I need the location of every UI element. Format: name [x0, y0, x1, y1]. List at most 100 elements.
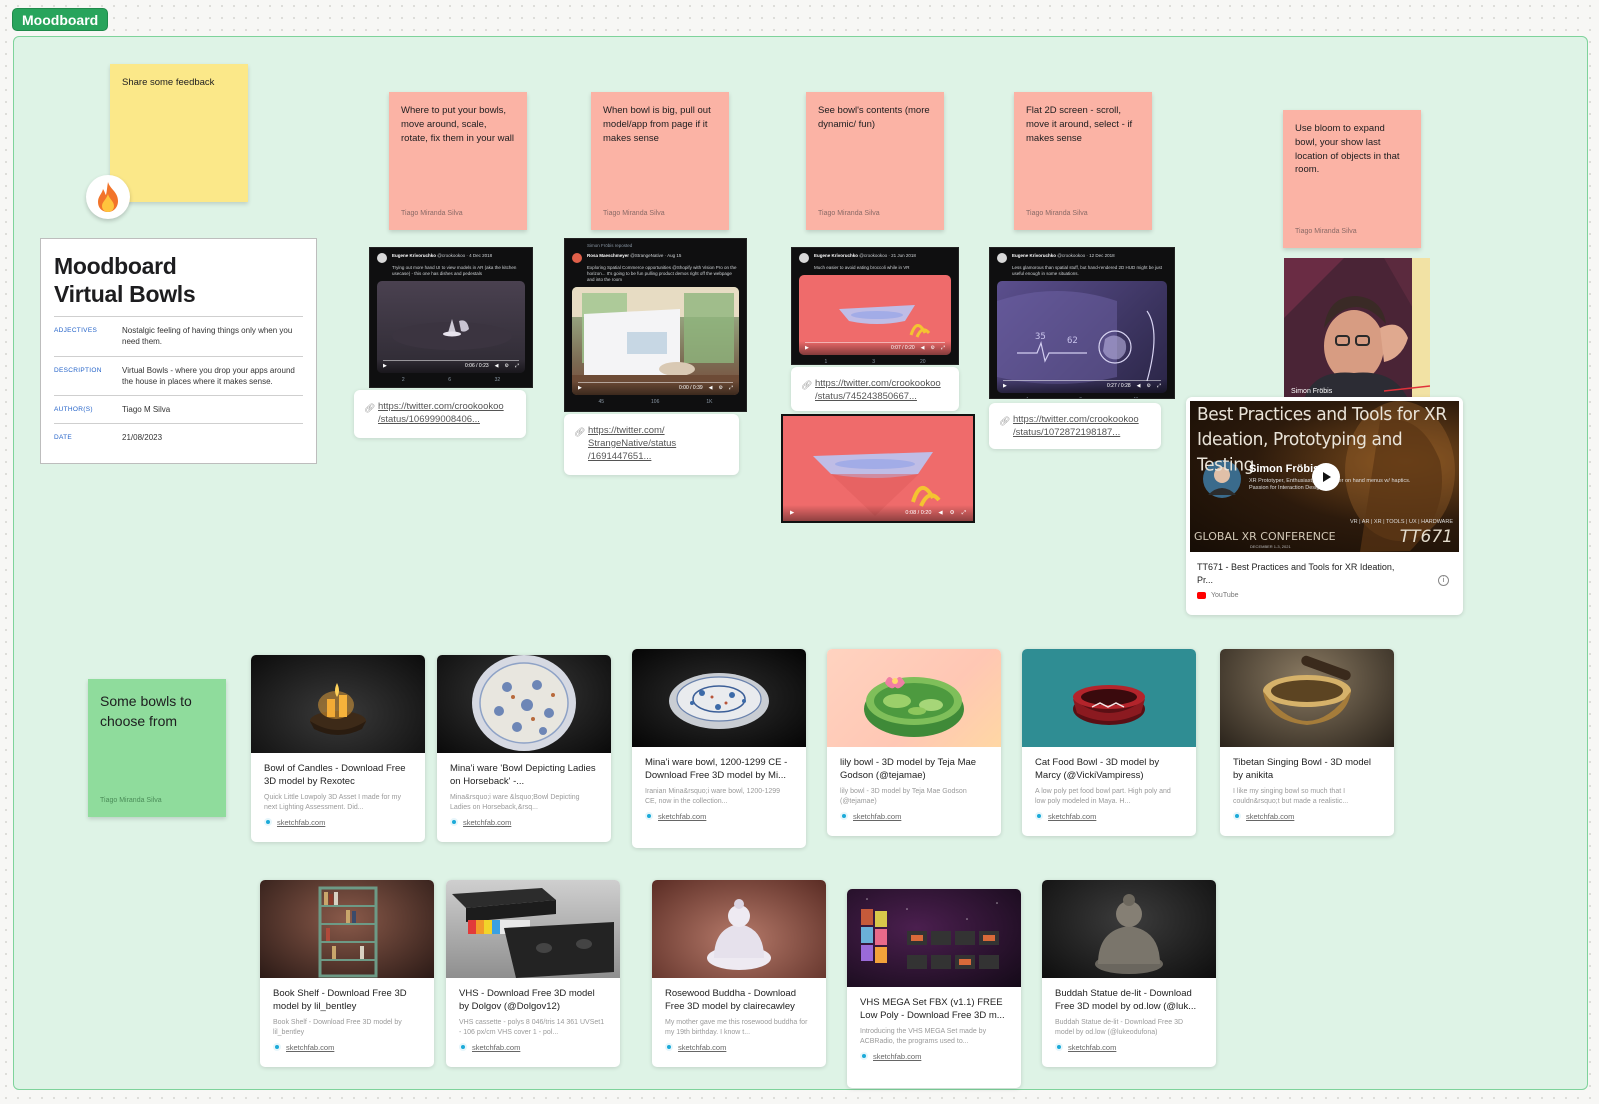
- frame-label[interactable]: Moodboard: [12, 8, 109, 31]
- video-controls[interactable]: ▶ 0:07 / 0:20 ◀ ⚙ ⤢: [799, 341, 951, 356]
- volume-icon[interactable]: ◀: [921, 345, 925, 351]
- card-source[interactable]: sketchfab.com: [665, 1043, 813, 1052]
- card-thumbnail[interactable]: [1022, 649, 1196, 747]
- card-thumbnail[interactable]: [437, 655, 611, 753]
- tweet-embed[interactable]: Simon Fröbis reposted Rosa Maeschmeyer @…: [564, 238, 747, 412]
- sticky-note-pull-out[interactable]: When bowl is big, pull out model/app fro…: [591, 92, 729, 230]
- sketchfab-card[interactable]: VHS - Download Free 3D model by Dolgov (…: [446, 880, 620, 1067]
- link-card[interactable]: 🔗︎ https://twitter.com/crookookoo/status…: [354, 390, 526, 438]
- play-icon[interactable]: ▶: [383, 363, 387, 369]
- card-title[interactable]: VHS - Download Free 3D model by Dolgov (…: [459, 988, 607, 1014]
- card-title[interactable]: Mina'i ware bowl, 1200-1299 CE - Downloa…: [645, 757, 793, 783]
- sticky-note-bowls[interactable]: Some bowls to choose from Tiago Miranda …: [88, 679, 226, 817]
- youtube-card[interactable]: Best Practices and Tools for XR Ideation…: [1186, 397, 1463, 615]
- sketchfab-card[interactable]: Mina'i ware bowl, 1200-1299 CE - Downloa…: [632, 649, 806, 848]
- play-button[interactable]: [1312, 463, 1340, 491]
- play-icon[interactable]: ▶: [790, 510, 794, 516]
- card-title[interactable]: Bowl of Candles - Download Free 3D model…: [264, 763, 412, 789]
- card-source[interactable]: sketchfab.com: [1233, 812, 1381, 821]
- card-source[interactable]: sketchfab.com: [840, 812, 988, 821]
- card-source[interactable]: sketchfab.com: [645, 812, 793, 821]
- link-url[interactable]: https://twitter.com/crookookoo/status/10…: [1013, 414, 1139, 438]
- card-source[interactable]: sketchfab.com: [459, 1043, 607, 1052]
- fullscreen-icon[interactable]: ⤢: [1157, 383, 1161, 389]
- tweet-video[interactable]: ▶ 0:00 / 0:39 ◀ ⚙ ⤢: [572, 287, 739, 396]
- settings-icon[interactable]: ⚙: [931, 345, 935, 351]
- card-source[interactable]: sketchfab.com: [264, 818, 412, 827]
- card-source[interactable]: sketchfab.com: [1055, 1043, 1203, 1052]
- info-icon[interactable]: i: [1438, 575, 1449, 586]
- video-controls[interactable]: ▶ 0:08 / 0:20 ◀ ⚙ ⤢: [783, 505, 973, 521]
- sketchfab-card[interactable]: Bowl of Candles - Download Free 3D model…: [251, 655, 425, 842]
- link-url[interactable]: https://twitter.com/StrangeNative/status…: [588, 425, 676, 462]
- sketchfab-card[interactable]: Rosewood Buddha - Download Free 3D model…: [652, 880, 826, 1067]
- video-controls[interactable]: ▶ 0:00 / 0:39 ◀ ⚙ ⤢: [572, 381, 739, 396]
- settings-icon[interactable]: ⚙: [950, 510, 955, 516]
- card-thumbnail[interactable]: [652, 880, 826, 978]
- fullscreen-icon[interactable]: ⤢: [962, 510, 966, 517]
- sketchfab-card[interactable]: Buddah Statue de-lit - Download Free 3D …: [1042, 880, 1216, 1067]
- tweet-video[interactable]: ▶ 0:06 / 0:23 ◀ ⚙ ⤢: [377, 281, 525, 374]
- tweet-embed[interactable]: Eugene Krivoruchko @crookookoo · 12 Dec …: [989, 247, 1175, 399]
- card-source[interactable]: sketchfab.com: [273, 1043, 421, 1052]
- card-source[interactable]: sketchfab.com: [1035, 812, 1183, 821]
- card-source[interactable]: sketchfab.com: [450, 818, 598, 827]
- video-preview[interactable]: ▶ 0:08 / 0:20 ◀ ⚙ ⤢: [781, 414, 975, 523]
- card-title[interactable]: Book Shelf - Download Free 3D model by l…: [273, 988, 421, 1014]
- card-thumbnail[interactable]: [446, 880, 620, 978]
- video-controls[interactable]: ▶ 0:06 / 0:23 ◀ ⚙ ⤢: [377, 359, 525, 374]
- fire-icon[interactable]: [86, 175, 130, 219]
- card-thumbnail[interactable]: [1042, 880, 1216, 978]
- card-thumbnail[interactable]: [260, 880, 434, 978]
- fullscreen-icon[interactable]: ⤢: [729, 385, 733, 391]
- sticky-note-placement[interactable]: Where to put your bowls, move around, sc…: [389, 92, 527, 230]
- volume-icon[interactable]: ◀: [495, 363, 499, 369]
- settings-icon[interactable]: ⚙: [505, 363, 509, 369]
- video-thumbnail[interactable]: Best Practices and Tools for XR Ideation…: [1190, 401, 1459, 552]
- sketchfab-card[interactable]: Book Shelf - Download Free 3D model by l…: [260, 880, 434, 1067]
- volume-icon[interactable]: ◀: [938, 510, 942, 516]
- play-icon[interactable]: ▶: [578, 385, 582, 391]
- card-title[interactable]: lily bowl - 3D model by Teja Mae Godson …: [840, 757, 988, 783]
- sticky-note-feedback[interactable]: Share some feedback: [110, 64, 248, 202]
- card-title[interactable]: Rosewood Buddha - Download Free 3D model…: [665, 988, 813, 1014]
- sticky-note-bloom[interactable]: Use bloom to expand bowl, your show last…: [1283, 110, 1421, 248]
- card-thumbnail[interactable]: [251, 655, 425, 753]
- volume-icon[interactable]: ◀: [1137, 383, 1141, 389]
- webcam-snapshot[interactable]: Simon Fröbis: [1284, 258, 1430, 399]
- sticky-note-contents[interactable]: See bowl's contents (more dynamic/ fun) …: [806, 92, 944, 230]
- sketchfab-card[interactable]: VHS MEGA Set FBX (v1.1) FREE Low Poly - …: [847, 889, 1021, 1088]
- link-url[interactable]: https://twitter.com/crookookoo/status/10…: [378, 401, 504, 425]
- settings-icon[interactable]: ⚙: [1147, 383, 1151, 389]
- fullscreen-icon[interactable]: ⤢: [941, 345, 945, 351]
- sticky-note-flat-screen[interactable]: Flat 2D screen - scroll, move it around,…: [1014, 92, 1152, 230]
- card-thumbnail[interactable]: [632, 649, 806, 747]
- card-title[interactable]: VHS MEGA Set FBX (v1.1) FREE Low Poly - …: [860, 997, 1008, 1023]
- card-title[interactable]: Mina'i ware 'Bowl Depicting Ladies on Ho…: [450, 763, 598, 789]
- video-title[interactable]: TT671 - Best Practices and Tools for XR …: [1197, 561, 1437, 586]
- card-thumbnail[interactable]: [1220, 649, 1394, 747]
- tweet-video[interactable]: 35 62 ▶ 0:27 / 0:28 ◀ ⚙ ⤢: [997, 281, 1167, 394]
- card-title[interactable]: Cat Food Bowl - 3D model by Marcy (@Vick…: [1035, 757, 1183, 783]
- card-source[interactable]: sketchfab.com: [860, 1052, 1008, 1061]
- link-card[interactable]: 🔗︎ https://twitter.com/crookookoo/status…: [791, 367, 959, 411]
- link-card[interactable]: 🔗︎ https://twitter.com/StrangeNative/sta…: [564, 414, 739, 475]
- fullscreen-icon[interactable]: ⤢: [515, 363, 519, 369]
- tweet-embed[interactable]: Eugene Krivoruchko @crookookoo · 21 Jun …: [791, 247, 959, 365]
- sketchfab-card[interactable]: lily bowl - 3D model by Teja Mae Godson …: [827, 649, 1001, 836]
- video-controls[interactable]: ▶ 0:27 / 0:28 ◀ ⚙ ⤢: [997, 379, 1167, 394]
- sketchfab-card[interactable]: Cat Food Bowl - 3D model by Marcy (@Vick…: [1022, 649, 1196, 836]
- moodboard-info-card[interactable]: Moodboard Virtual Bowls ADJECTIVES Nostalg…: [40, 238, 317, 464]
- play-icon[interactable]: ▶: [805, 345, 809, 351]
- card-title[interactable]: Tibetan Singing Bowl - 3D model by aniki…: [1233, 757, 1381, 783]
- link-url[interactable]: https://twitter.com/crookookoo/status/74…: [815, 378, 941, 402]
- volume-icon[interactable]: ◀: [709, 385, 713, 391]
- link-card[interactable]: 🔗︎ https://twitter.com/crookookoo/status…: [989, 403, 1161, 449]
- play-icon[interactable]: ▶: [1003, 383, 1007, 389]
- settings-icon[interactable]: ⚙: [719, 385, 723, 391]
- card-thumbnail[interactable]: [847, 889, 1021, 987]
- tweet-embed[interactable]: Eugene Krivoruchko @crookookoo · 4 Dec 2…: [369, 247, 533, 388]
- card-title[interactable]: Buddah Statue de-lit - Download Free 3D …: [1055, 988, 1203, 1014]
- sketchfab-card[interactable]: Mina'i ware 'Bowl Depicting Ladies on Ho…: [437, 655, 611, 842]
- sketchfab-card[interactable]: Tibetan Singing Bowl - 3D model by aniki…: [1220, 649, 1394, 836]
